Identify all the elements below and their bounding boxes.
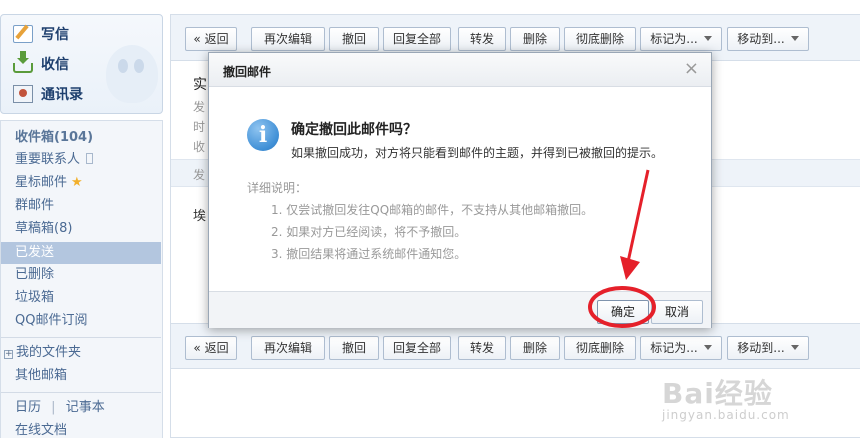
- mail-body: 埃: [193, 209, 207, 224]
- delete-button[interactable]: 删除: [510, 27, 560, 51]
- folder-inbox[interactable]: 收件箱(104): [1, 127, 161, 149]
- from-label: 发: [193, 100, 206, 114]
- inbox-label: 收信: [41, 57, 69, 73]
- contacts-label: 通讯录: [41, 87, 83, 103]
- watermark-brand: Bai经验: [662, 377, 773, 410]
- dialog-header: 撤回邮件 ×: [209, 53, 711, 87]
- edit-again-button-bottom[interactable]: 再次编辑: [251, 336, 325, 360]
- reply-all-button[interactable]: 回复全部: [383, 27, 451, 51]
- mark-as-dropdown[interactable]: 标记为...: [640, 27, 722, 51]
- dialog-note: 如果撤回成功，对方将只能看到邮件的主题，并得到已被撤回的提示。: [291, 146, 664, 160]
- baidu-jingyan-watermark: Bai经验 jingyan.baidu.com: [662, 346, 858, 436]
- folder-starred-label: 星标邮件: [15, 175, 68, 190]
- inbox-button[interactable]: 收信: [13, 51, 69, 75]
- time-label: 时: [193, 120, 206, 134]
- folder-divider-2: [1, 392, 161, 393]
- recall-button-bottom[interactable]: 撤回: [329, 336, 379, 360]
- calendar-link[interactable]: 日历: [15, 400, 41, 415]
- details-label: 详细说明：: [247, 181, 308, 195]
- chevron-down-icon: [703, 36, 712, 41]
- info-icon: i: [247, 119, 279, 151]
- folder-spam[interactable]: 垃圾箱: [1, 287, 161, 309]
- folder-important[interactable]: 重要联系人: [1, 149, 161, 171]
- sent-status-text: 发: [193, 168, 206, 182]
- contacts-button[interactable]: 通讯录: [13, 83, 83, 105]
- back-button[interactable]: « 返回: [185, 27, 237, 51]
- detail-item: 2. 如果对方已经阅读，将不予撤回。: [271, 225, 467, 239]
- dialog-footer: 确定 取消: [209, 291, 711, 328]
- tools-row: 日历 | 记事本: [1, 397, 161, 419]
- chevron-down-icon: [790, 36, 799, 41]
- recall-button[interactable]: 撤回: [329, 27, 379, 51]
- delete-button-bottom[interactable]: 删除: [510, 336, 560, 360]
- folder-group[interactable]: 群邮件: [1, 195, 161, 217]
- to-label: 收: [193, 140, 206, 154]
- folder-my-folders[interactable]: + 我的文件夹: [1, 342, 161, 364]
- folder-starred[interactable]: 星标邮件 ★: [1, 172, 161, 194]
- tools-divider: |: [51, 400, 56, 415]
- edit-again-button[interactable]: 再次编辑: [251, 27, 325, 51]
- compose-label: 写信: [41, 27, 69, 43]
- close-icon[interactable]: ×: [684, 59, 699, 79]
- mail-subject: 实: [193, 77, 207, 93]
- my-folders-label: 我的文件夹: [16, 345, 82, 360]
- folder-subscriptions[interactable]: QQ邮件订阅: [1, 310, 161, 332]
- reply-all-button-bottom[interactable]: 回复全部: [383, 336, 451, 360]
- dialog-question: 确定撤回此邮件吗？: [291, 122, 417, 138]
- back-button-bottom[interactable]: « 返回: [185, 336, 237, 360]
- qq-penguin-icon: [106, 45, 158, 103]
- folder-divider: [1, 337, 161, 338]
- confirm-button[interactable]: 确定: [597, 300, 649, 324]
- folder-drafts[interactable]: 草稿箱(8): [1, 218, 161, 240]
- inbox-icon: [13, 51, 33, 73]
- contacts-icon: [13, 85, 33, 103]
- delete-forever-button-bottom[interactable]: 彻底删除: [564, 336, 636, 360]
- cancel-button[interactable]: 取消: [651, 300, 703, 324]
- detail-item: 1. 仅尝试撤回发往QQ邮箱的邮件，不支持从其他邮箱撤回。: [271, 203, 594, 217]
- recall-dialog: 撤回邮件 × i 确定撤回此邮件吗？ 如果撤回成功，对方将只能看到邮件的主题，并…: [208, 52, 712, 328]
- notes-link[interactable]: 记事本: [66, 400, 105, 415]
- compose-button[interactable]: 写信: [13, 23, 69, 45]
- folder-list: 收件箱(104) 重要联系人 星标邮件 ★ 群邮件 草稿箱(8) 已发送 已删除 …: [0, 120, 163, 438]
- mark-as-label: 标记为...: [650, 32, 698, 46]
- folder-sent[interactable]: 已发送: [1, 242, 161, 264]
- detail-item: 3. 撤回结果将通过系统邮件通知您。: [271, 247, 467, 261]
- star-icon: ★: [71, 175, 83, 190]
- dialog-title: 撤回邮件: [223, 65, 272, 79]
- docs-link[interactable]: 在线文档: [1, 420, 161, 438]
- flag-icon: [86, 153, 94, 164]
- watermark-url: jingyan.baidu.com: [662, 408, 790, 422]
- folder-deleted[interactable]: 已删除: [1, 264, 161, 286]
- forward-button-bottom[interactable]: 转发: [458, 336, 506, 360]
- expand-plus-icon[interactable]: +: [4, 350, 13, 359]
- sidebar: 写信 收信 通讯录 收件箱(104) 重要联系人 星标邮件 ★ 群邮件 草稿箱(8…: [0, 14, 163, 438]
- move-to-dropdown[interactable]: 移动到...: [727, 27, 809, 51]
- folder-important-label: 重要联系人: [15, 152, 81, 167]
- move-to-label: 移动到...: [737, 32, 785, 46]
- delete-forever-button[interactable]: 彻底删除: [564, 27, 636, 51]
- folder-other-mailbox[interactable]: 其他邮箱: [1, 365, 161, 387]
- forward-button[interactable]: 转发: [458, 27, 506, 51]
- quick-actions: 写信 收信 通讯录: [0, 14, 163, 114]
- compose-icon: [13, 25, 33, 43]
